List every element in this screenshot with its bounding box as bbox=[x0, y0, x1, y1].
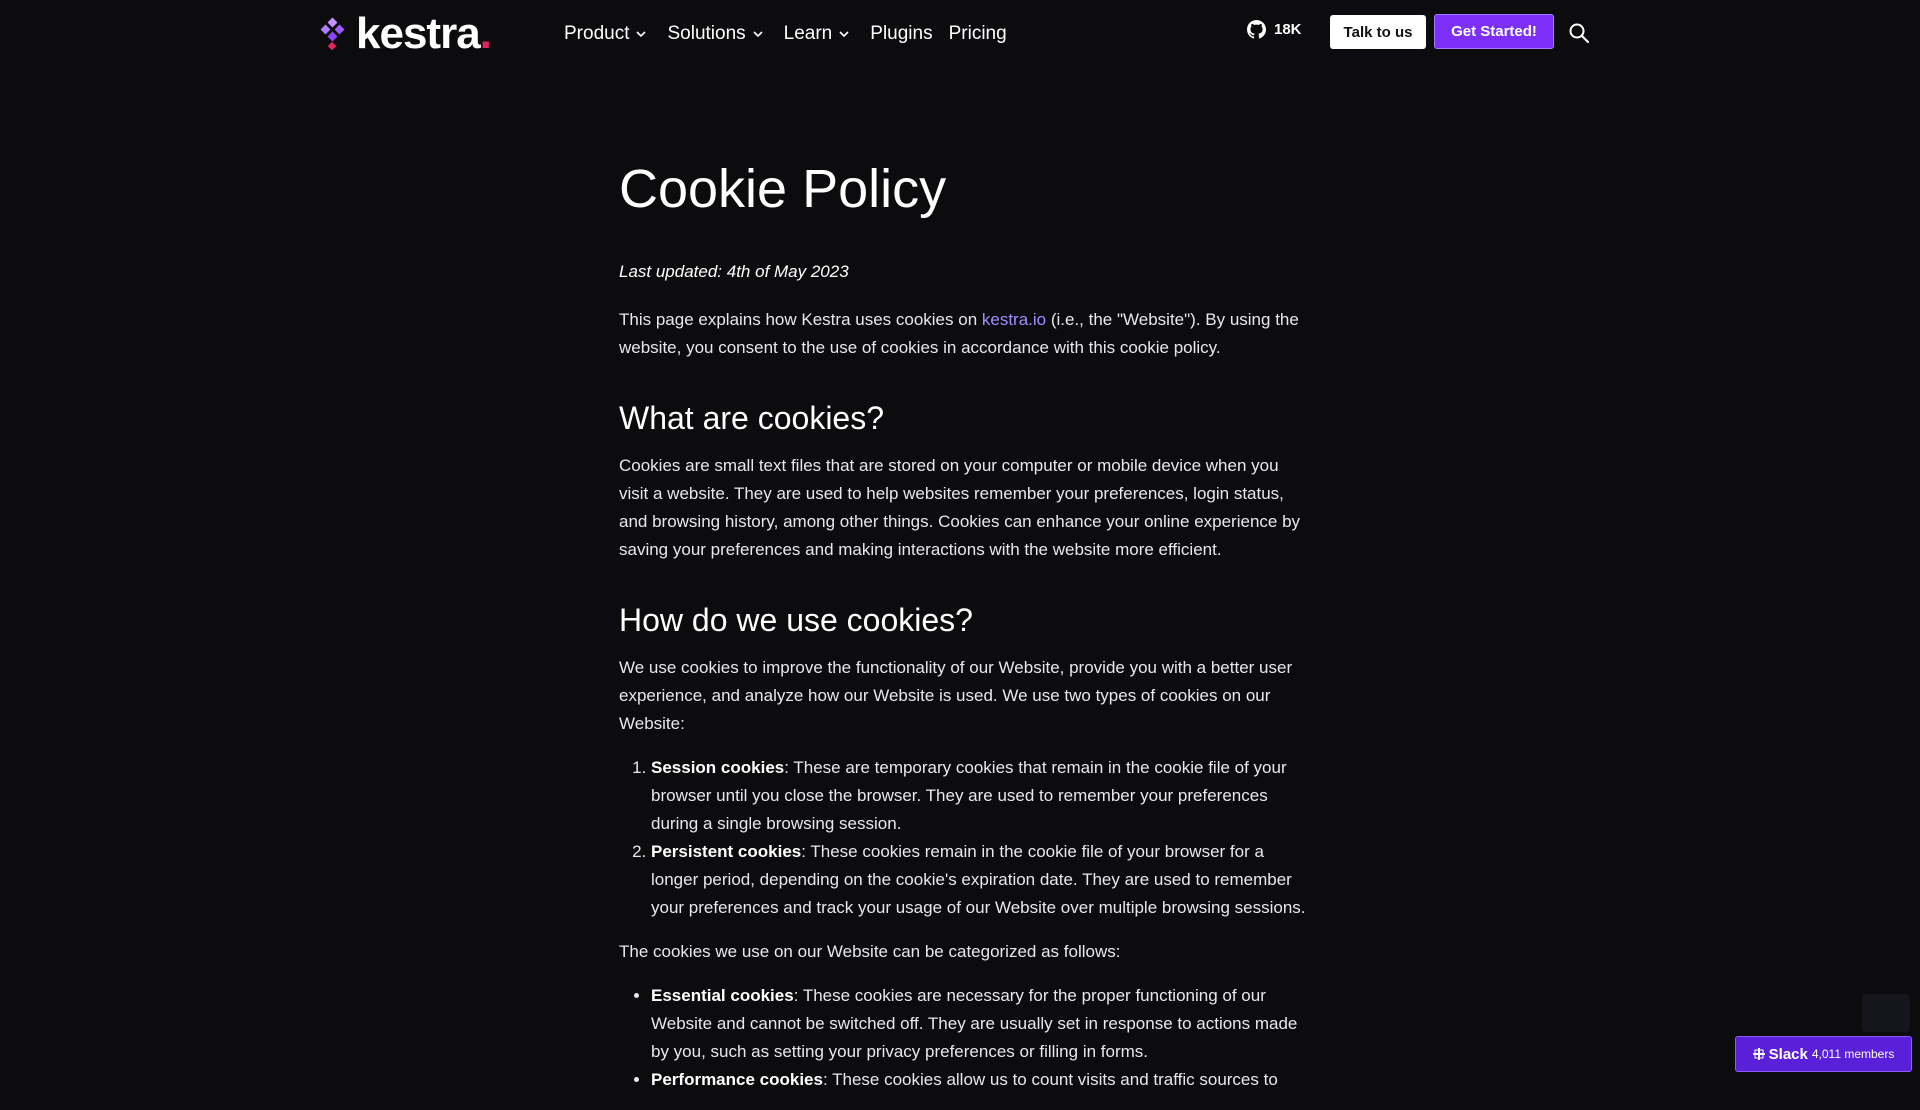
nav-learn-label: Learn bbox=[783, 23, 833, 44]
nav-plugins[interactable]: Plugins bbox=[870, 18, 932, 50]
nav-learn[interactable]: Learn bbox=[784, 18, 851, 50]
list-item: Performance cookies: These cookies allow… bbox=[651, 1066, 1309, 1094]
chevron-down-icon bbox=[753, 31, 763, 38]
nav-solutions[interactable]: Solutions bbox=[667, 18, 763, 50]
slack-community-button[interactable]: Slack 4,011 members bbox=[1735, 1036, 1912, 1072]
github-icon bbox=[1247, 20, 1266, 39]
chevron-down-icon bbox=[839, 31, 849, 38]
kestra-logo-icon bbox=[320, 17, 345, 51]
nav-product[interactable]: Product bbox=[564, 18, 647, 50]
nav-solutions-label: Solutions bbox=[667, 23, 746, 44]
slack-icon bbox=[1752, 1048, 1765, 1060]
page-title: Cookie Policy bbox=[619, 159, 947, 219]
section-how-we-use-cookies-text: We use cookies to improve the functional… bbox=[619, 658, 1293, 733]
list-item: Persistent cookies: These cookies remain… bbox=[651, 838, 1309, 922]
cookie-policy-content: Cookie Policy Last updated: 4th of May 2… bbox=[619, 150, 1309, 1110]
site-header: kestra. Product Solutions Learn Plugins … bbox=[0, 0, 1920, 68]
logo-text: kestra. bbox=[356, 9, 492, 58]
section-how-we-use-cookies-heading: How do we use cookies? bbox=[619, 602, 973, 638]
kestra-logo[interactable]: kestra. bbox=[316, 9, 492, 58]
intro-paragraph: This page explains how Kestra uses cooki… bbox=[619, 310, 1299, 357]
categories-intro: The cookies we use on our Website can be… bbox=[619, 942, 1121, 961]
nav-pricing[interactable]: Pricing bbox=[949, 18, 1007, 50]
chevron-down-icon bbox=[636, 31, 647, 38]
get-started-button[interactable]: Get Started! bbox=[1434, 14, 1554, 49]
search-icon[interactable] bbox=[1568, 22, 1590, 44]
github-stars-link[interactable]: 18K bbox=[1247, 20, 1302, 39]
section-what-are-cookies-heading: What are cookies? bbox=[619, 400, 885, 436]
slack-label: Slack bbox=[1768, 1045, 1808, 1063]
talk-to-us-button[interactable]: Talk to us bbox=[1330, 15, 1426, 49]
slack-member-count: 4,011 members bbox=[1811, 1047, 1895, 1061]
list-item: Session cookies: These are temporary coo… bbox=[651, 754, 1309, 838]
cookie-categories-list: Essential cookies: These cookies are nec… bbox=[651, 982, 1309, 1094]
section-what-are-cookies-text: Cookies are small text files that are st… bbox=[619, 456, 1301, 559]
nav-product-label: Product bbox=[564, 23, 630, 44]
scroll-to-top-button[interactable] bbox=[1862, 994, 1910, 1032]
list-item: Essential cookies: These cookies are nec… bbox=[651, 982, 1309, 1066]
kestra-io-link[interactable]: kestra.io bbox=[982, 310, 1046, 329]
cookie-types-list: Session cookies: These are temporary coo… bbox=[651, 754, 1309, 922]
main-nav: Product Solutions Learn Plugins Pricing bbox=[564, 18, 1023, 50]
github-star-count: 18K bbox=[1274, 21, 1302, 38]
last-updated: Last updated: 4th of May 2023 bbox=[619, 262, 849, 281]
